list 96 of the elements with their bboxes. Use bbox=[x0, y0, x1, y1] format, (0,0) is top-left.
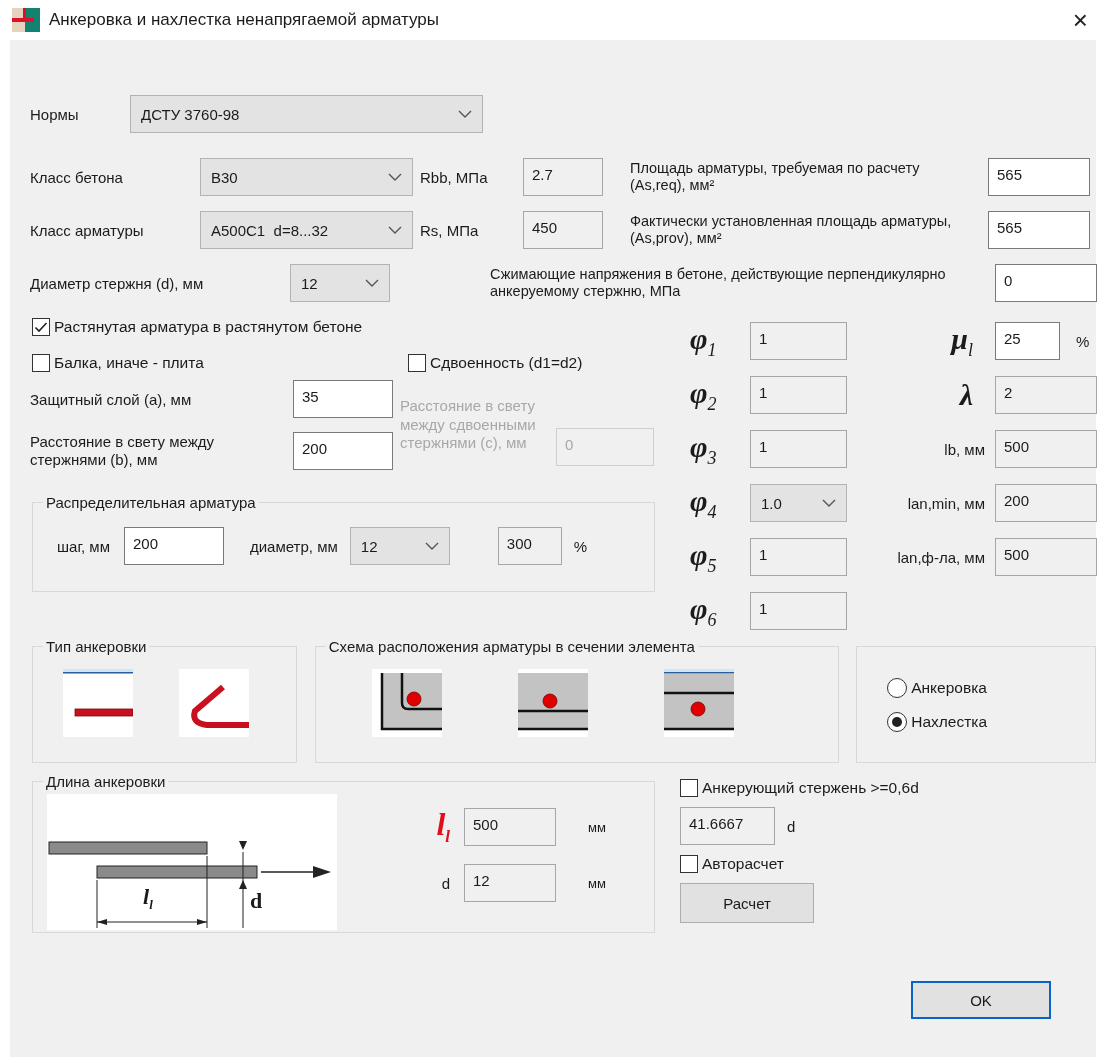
text-field[interactable]: 500 bbox=[995, 430, 1097, 468]
unit-label: % bbox=[1076, 332, 1090, 350]
radio-button[interactable] bbox=[887, 711, 908, 732]
text-field[interactable]: 300 bbox=[497, 527, 562, 565]
close-button[interactable]: × bbox=[1072, 4, 1088, 36]
unit-label: % bbox=[573, 537, 588, 555]
checkbox[interactable] bbox=[32, 318, 50, 336]
radio-label[interactable]: Нахлестка bbox=[911, 712, 988, 731]
dropdown[interactable]: B30 bbox=[200, 158, 413, 196]
checkbox[interactable] bbox=[408, 354, 426, 372]
result-symbol: μ$_{l}$ bbox=[949, 323, 974, 359]
text-field[interactable]: 2 bbox=[995, 376, 1097, 414]
diameter-label: d bbox=[250, 888, 263, 914]
text-field[interactable]: 1 bbox=[750, 322, 847, 360]
app-icon bbox=[12, 6, 40, 34]
field-label: шаг, мм bbox=[57, 537, 110, 555]
dropdown[interactable]: 12 bbox=[349, 527, 450, 565]
field-label: Сжимающие напряжения в бетоне, действующие перпендикулярно анкеруемому стержню, МПа bbox=[490, 266, 947, 300]
calculate-button[interactable]: Расчет bbox=[680, 883, 814, 923]
field-label: lan,ф-ла, мм bbox=[896, 548, 986, 566]
field-label: Класс бетона bbox=[30, 168, 124, 186]
text-field[interactable]: 12 bbox=[464, 864, 556, 902]
group-title: Распределительная арматура bbox=[45, 494, 257, 511]
dropdown[interactable]: ДСТУ 3760-98 bbox=[130, 95, 483, 133]
factor-symbol: φ$_{4}$ bbox=[690, 485, 718, 521]
window-title: Анкеровка и нахлестка ненапрягаемой арматуры bbox=[49, 10, 440, 30]
unit-label: мм bbox=[588, 875, 606, 891]
factor-symbol: φ$_{5}$ bbox=[690, 539, 718, 575]
field-label: Расстояние в свету между стержнями (b), мм bbox=[30, 433, 215, 469]
field-label: Нормы bbox=[30, 105, 80, 123]
factor-symbol: φ$_{6}$ bbox=[690, 593, 718, 629]
ok-button[interactable]: OK bbox=[911, 981, 1051, 1019]
group-title: Схема расположения арматуры в сечении элемента bbox=[327, 638, 696, 655]
field-label: Rs, МПа bbox=[420, 221, 480, 239]
text-field[interactable]: 1 bbox=[750, 376, 847, 414]
field-label: lan,min, мм bbox=[906, 494, 986, 512]
edge-section-icon[interactable] bbox=[517, 669, 588, 737]
factor-symbol: φ$_{2}$ bbox=[690, 377, 718, 413]
checkbox-label[interactable]: Авторасчет bbox=[702, 855, 784, 873]
length-symbol: l$_{l}$ bbox=[435, 808, 451, 846]
field-label: Rbb, МПа bbox=[420, 168, 489, 186]
unit-label: d bbox=[787, 817, 796, 835]
text-field[interactable]: 35 bbox=[293, 380, 393, 418]
chevron-down-icon bbox=[822, 499, 836, 507]
text-field[interactable]: 1 bbox=[750, 592, 847, 630]
text-field[interactable]: 0 bbox=[995, 264, 1097, 302]
text-field[interactable]: 500 bbox=[995, 538, 1097, 576]
text-field[interactable]: 2.7 bbox=[523, 158, 603, 196]
text-field[interactable]: 25 bbox=[995, 322, 1060, 360]
text-field[interactable]: 1 bbox=[750, 430, 847, 468]
chevron-down-icon bbox=[424, 542, 439, 550]
chevron-down-icon bbox=[388, 173, 402, 181]
field-label: lb, мм bbox=[943, 440, 986, 458]
field-label: Защитный слой (a), мм bbox=[30, 390, 193, 408]
dropdown[interactable]: 1.0 bbox=[750, 484, 847, 522]
checkbox-label[interactable]: Анкерующий стержень >=0,6d bbox=[702, 779, 919, 797]
straight-bar-icon[interactable] bbox=[63, 669, 133, 737]
middle-section-icon[interactable] bbox=[663, 669, 734, 737]
text-field[interactable]: 200 bbox=[293, 432, 393, 470]
field-label: Площадь арматуры, требуемая по расчету (As,req), мм² bbox=[630, 160, 921, 194]
group-title: Тип анкеровки bbox=[45, 638, 148, 655]
text-field[interactable]: 450 bbox=[523, 211, 603, 249]
field-label: диаметр, мм bbox=[250, 537, 338, 555]
text-field[interactable]: 41.6667 bbox=[680, 807, 775, 845]
text-field[interactable]: 565 bbox=[988, 158, 1090, 196]
result-symbol: λ bbox=[958, 380, 974, 410]
checkbox-label[interactable]: Растянутая арматура в растянутом бетоне bbox=[54, 318, 363, 336]
field-label: Фактически установленная площадь арматуры, (As,prov), мм² bbox=[630, 213, 952, 247]
chevron-down-icon bbox=[365, 279, 379, 287]
checkbox[interactable] bbox=[680, 779, 698, 797]
text-field[interactable]: 200 bbox=[124, 527, 224, 565]
text-field[interactable]: 565 bbox=[988, 211, 1090, 249]
radio-label[interactable]: Анкеровка bbox=[911, 678, 987, 697]
checkbox-label[interactable]: Сдвоенность (d1=d2) bbox=[430, 354, 583, 372]
field-label: Диаметр стержня (d), мм bbox=[30, 274, 205, 292]
dropdown[interactable]: 12 bbox=[290, 264, 390, 302]
hooked-bar-icon[interactable] bbox=[179, 669, 249, 737]
unit-label: мм bbox=[588, 819, 606, 835]
checkbox-label[interactable]: Балка, иначе - плита bbox=[54, 354, 204, 372]
radio-button[interactable] bbox=[887, 677, 908, 698]
factor-symbol: φ$_{3}$ bbox=[690, 431, 718, 467]
corner-section-icon[interactable] bbox=[371, 669, 442, 737]
text-field[interactable]: 200 bbox=[995, 484, 1097, 522]
factor-symbol: φ$_{1}$ bbox=[690, 323, 718, 359]
length-label: l$_{l}$ bbox=[143, 884, 153, 914]
group-title: Длина анкеровки bbox=[45, 773, 167, 790]
dropdown[interactable]: A500C1 d=8...32 bbox=[200, 211, 413, 249]
checkbox[interactable] bbox=[32, 354, 50, 372]
field-label: d bbox=[440, 874, 451, 892]
text-field[interactable]: 500 bbox=[464, 808, 556, 846]
chevron-down-icon bbox=[388, 226, 402, 234]
chevron-down-icon bbox=[458, 110, 472, 118]
field-label: Расстояние в свету между сдвоенными стержнями (с), мм bbox=[400, 396, 537, 454]
field-label: Класс арматуры bbox=[30, 221, 145, 239]
checkbox[interactable] bbox=[680, 855, 698, 873]
text-field[interactable]: 1 bbox=[750, 538, 847, 576]
